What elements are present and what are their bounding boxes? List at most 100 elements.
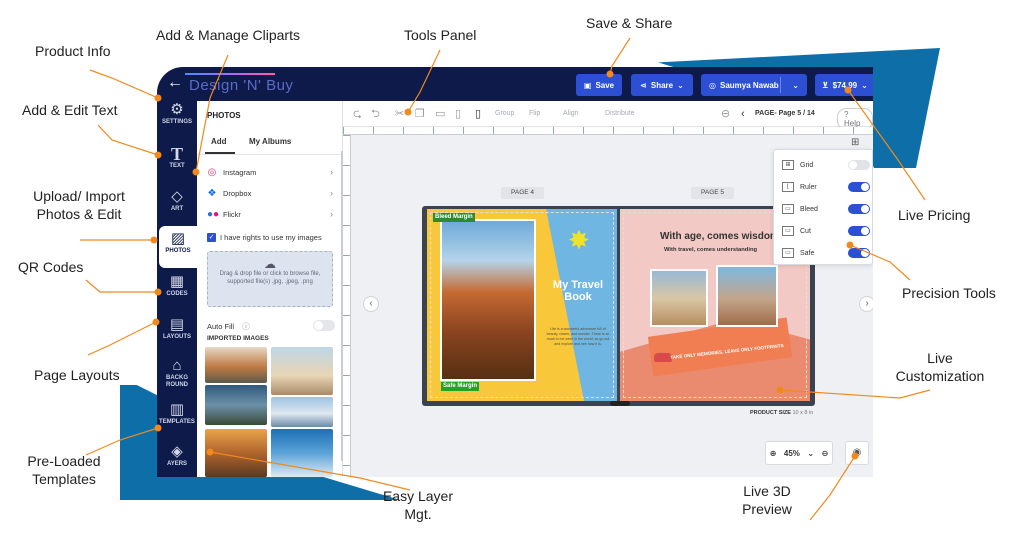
imported-image-thumb[interactable] (205, 429, 267, 477)
save-button[interactable]: ▣ Save (576, 74, 622, 96)
share-button[interactable]: ⋖ Share ⌄ (631, 74, 693, 96)
grid-toggle[interactable] (848, 160, 870, 170)
duplicate-icon[interactable]: ▯ (455, 108, 461, 120)
tab-add[interactable]: Add (211, 137, 227, 146)
product-size-value: 10 x 8 in (792, 410, 814, 416)
precision-row-safe[interactable]: ▭ Safe (782, 246, 870, 260)
text-icon: T (170, 144, 183, 164)
rail-item-settings[interactable]: ⚙ SETTINGS (157, 97, 197, 139)
annotation-save-share: Save & Share (586, 15, 673, 31)
autofill-toggle[interactable] (313, 320, 335, 331)
back-arrow-icon[interactable]: ← (167, 73, 183, 93)
precision-label: Safe (800, 249, 815, 257)
tab-my-albums[interactable]: My Albums (249, 137, 291, 146)
undo-icon[interactable]: ⮌ (371, 108, 380, 120)
rail-item-label: TEXT (169, 163, 185, 169)
panel-title: PHOTOS (207, 111, 241, 120)
precision-row-bleed[interactable]: ▭ Bleed (782, 202, 870, 216)
imported-image-thumb[interactable] (205, 385, 267, 425)
group-button[interactable]: Group (495, 110, 514, 117)
zoom-level[interactable]: 45% (784, 449, 800, 458)
imported-image-thumb[interactable] (271, 397, 333, 427)
rail-item-background[interactable]: ⌂ BACKGROUND (157, 353, 197, 401)
upload-dropzone[interactable]: ☁ Drag & drop file or click to browse fi… (207, 251, 333, 307)
annotation-live-customization: Live Customization (880, 349, 1000, 385)
imported-image-thumb[interactable] (271, 429, 333, 477)
page-left[interactable]: ✸ My Travel Book Life is a wonderful adv… (427, 209, 617, 401)
cart-price-button[interactable]: ⊻ $74.99 ⌄ (815, 74, 873, 96)
annotation-qr-codes: QR Codes (18, 259, 84, 275)
zoom-in-icon[interactable]: ⊕ (770, 449, 777, 458)
imported-image-thumb[interactable] (205, 347, 267, 383)
annotation-product-info: Product Info (35, 43, 111, 59)
rail-item-art[interactable]: ◇ ART (157, 184, 197, 226)
bleed-toggle[interactable] (848, 204, 870, 214)
cut-toggle[interactable] (848, 226, 870, 236)
check-icon[interactable]: ✓ (207, 233, 216, 242)
source-instagram[interactable]: ◎ Instagram › (207, 163, 333, 181)
cut-icon: ▭ (782, 226, 794, 236)
floppy-icon: ▣ (583, 80, 592, 90)
imported-image-thumb[interactable] (271, 347, 333, 395)
autofill-label: Auto Fill ⓘ (207, 321, 250, 332)
safe-toggle[interactable] (848, 248, 870, 258)
chevron-left-icon[interactable]: ‹ (741, 108, 745, 120)
annotation-line: Photos & Edit (36, 206, 122, 222)
tools-panel: ⮎ ⮌ ✂ ❐ ▭ ▯ ▯ Group Flip Align Distribut… (343, 101, 873, 130)
annotation-tools-panel: Tools Panel (404, 27, 477, 43)
distribute-button[interactable]: Distribute (605, 110, 635, 117)
precision-row-cut[interactable]: ▭ Cut (782, 224, 870, 238)
source-label: Flickr (223, 209, 241, 219)
rail-item-layouts[interactable]: ▤ LAYOUTS (157, 312, 197, 354)
source-flickr[interactable]: ●● Flickr › (207, 205, 333, 223)
page-icon[interactable]: ▯ (475, 108, 481, 120)
rail-item-codes[interactable]: ▦ CODES (157, 269, 197, 311)
rights-checkbox-row[interactable]: ✓ I have rights to use my images (207, 233, 322, 242)
annotation-line: Preview (742, 501, 792, 517)
layout-icon: ▤ (169, 316, 185, 333)
grid-toggle-icon[interactable]: ⊞ (851, 137, 859, 148)
page-label-right: PAGE 5 (691, 187, 735, 199)
precision-label: Cut (800, 227, 811, 235)
rail-item-templates[interactable]: ▥ TEMPLATES (157, 397, 197, 439)
source-dropbox[interactable]: ❖ Dropbox › (207, 184, 333, 202)
precision-row-grid[interactable]: ⊞ Grid (782, 158, 870, 172)
annotation-preloaded-templates: Pre-Loaded Templates (16, 452, 112, 488)
rail-item-label: ART (170, 206, 184, 212)
ruler-toggle[interactable] (848, 182, 870, 192)
preview-3d-button[interactable]: ◉ (845, 441, 869, 465)
annotation-line: Mgt. (404, 506, 432, 522)
chevron-right-icon: › (330, 188, 333, 198)
annotation-easy-layer: Easy Layer Mgt. (370, 487, 466, 523)
rail-item-layers[interactable]: ◈ AYERS (157, 439, 197, 477)
photo-book-spread[interactable]: ✸ My Travel Book Life is a wonderful adv… (422, 206, 815, 406)
book-spine (610, 401, 630, 406)
live-price: $74.99 (832, 80, 858, 90)
safe-margin-badge: Safe Margin (441, 382, 480, 391)
paste-icon[interactable]: ▭ (435, 108, 445, 120)
editor-window: ← Design 'N' Buy ▣ Save ⋖ Share ⌄ ◎ Saum… (157, 67, 873, 477)
prev-page-arrow[interactable]: ‹ (363, 296, 379, 312)
align-button[interactable]: Align (563, 110, 579, 117)
annotation-line: Live (927, 350, 953, 366)
redo-icon[interactable]: ⮎ (353, 108, 362, 120)
zoom-out-icon[interactable]: ⊖ (822, 449, 829, 458)
user-menu-button[interactable]: ◎ Saumya Nawab ⌄ (701, 74, 807, 96)
safe-icon: ▭ (782, 248, 794, 258)
rail-item-photos[interactable]: ▨ PHOTOS (159, 226, 197, 268)
remove-page-icon[interactable]: ⊖ (721, 108, 730, 120)
chevron-right-icon: › (330, 209, 333, 219)
chevron-down-icon[interactable]: ⌄ (807, 449, 814, 458)
dropzone-text-line2: supported file(s) .jpg, .jpeg, .png (227, 279, 313, 285)
precision-row-ruler[interactable]: ⌊ Ruler (782, 180, 870, 194)
flip-button[interactable]: Flip (529, 110, 540, 117)
cut-icon[interactable]: ✂ (395, 108, 404, 120)
qr-icon: ▦ (169, 273, 185, 290)
rail-item-text[interactable]: T TEXT (157, 141, 197, 183)
next-page-arrow[interactable]: › (859, 296, 873, 312)
user-name: Saumya Nawab (719, 80, 779, 90)
user-icon: ◎ (709, 80, 716, 90)
copy-icon[interactable]: ❐ (415, 108, 425, 120)
dropbox-icon: ❖ (207, 187, 217, 199)
upload-cloud-icon: ☁ (264, 257, 276, 271)
